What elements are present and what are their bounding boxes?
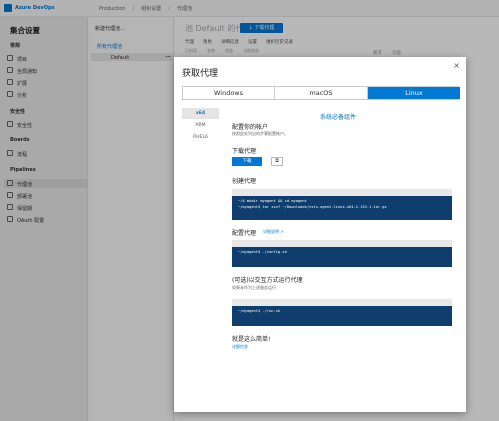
create-agent-code[interactable]: ~/$ mkdir myagent && cd myagent ~/myagen…: [232, 196, 452, 220]
configure-agent-heading: 配置代理: [232, 230, 257, 237]
system-prerequisites-link[interactable]: 系统必备组件: [320, 112, 356, 121]
configure-account-text: 按照此处列出的步骤配置帐户。: [232, 131, 288, 136]
create-agent-heading: 创建代理: [232, 178, 257, 185]
code-block-toolbar: [232, 299, 452, 306]
more-details-link[interactable]: 详细信息: [232, 344, 248, 350]
arch-rhel6[interactable]: RHEL6: [182, 132, 219, 143]
copy-icon[interactable]: ⧉: [271, 157, 283, 166]
run-agent-code[interactable]: ~/myagent$ ./run.sh: [232, 306, 452, 326]
configure-account-heading: 配置你的帐户: [232, 124, 269, 131]
close-icon[interactable]: ×: [453, 61, 460, 70]
configure-agent-code[interactable]: ~/myagent$ ./config.sh: [232, 247, 452, 267]
os-tabs: Windows macOS Linux: [182, 86, 460, 100]
code-block-toolbar: [232, 240, 452, 247]
tab-macos[interactable]: macOS: [275, 87, 368, 99]
tab-windows[interactable]: Windows: [183, 87, 275, 99]
detailed-instructions-link[interactable]: 详细说明 ↗: [263, 229, 284, 235]
arch-x64[interactable]: x64: [182, 108, 219, 119]
dialog-title: 获取代理: [182, 69, 219, 79]
run-agent-text: 如果未作为上述服务运行: [232, 285, 276, 290]
tab-linux[interactable]: Linux: [368, 87, 460, 99]
download-button[interactable]: 下载: [232, 157, 262, 166]
run-agent-heading: (可选)以交互方式运行代理: [232, 277, 303, 284]
code-block-toolbar: [232, 189, 452, 196]
get-agent-dialog: 获取代理 × Windows macOS Linux x64 ARM RHEL6…: [174, 57, 466, 412]
easy-heading: 就是这么简单!: [232, 336, 271, 343]
download-agent-heading: 下载代理: [232, 148, 257, 155]
arch-arm[interactable]: ARM: [182, 120, 219, 131]
